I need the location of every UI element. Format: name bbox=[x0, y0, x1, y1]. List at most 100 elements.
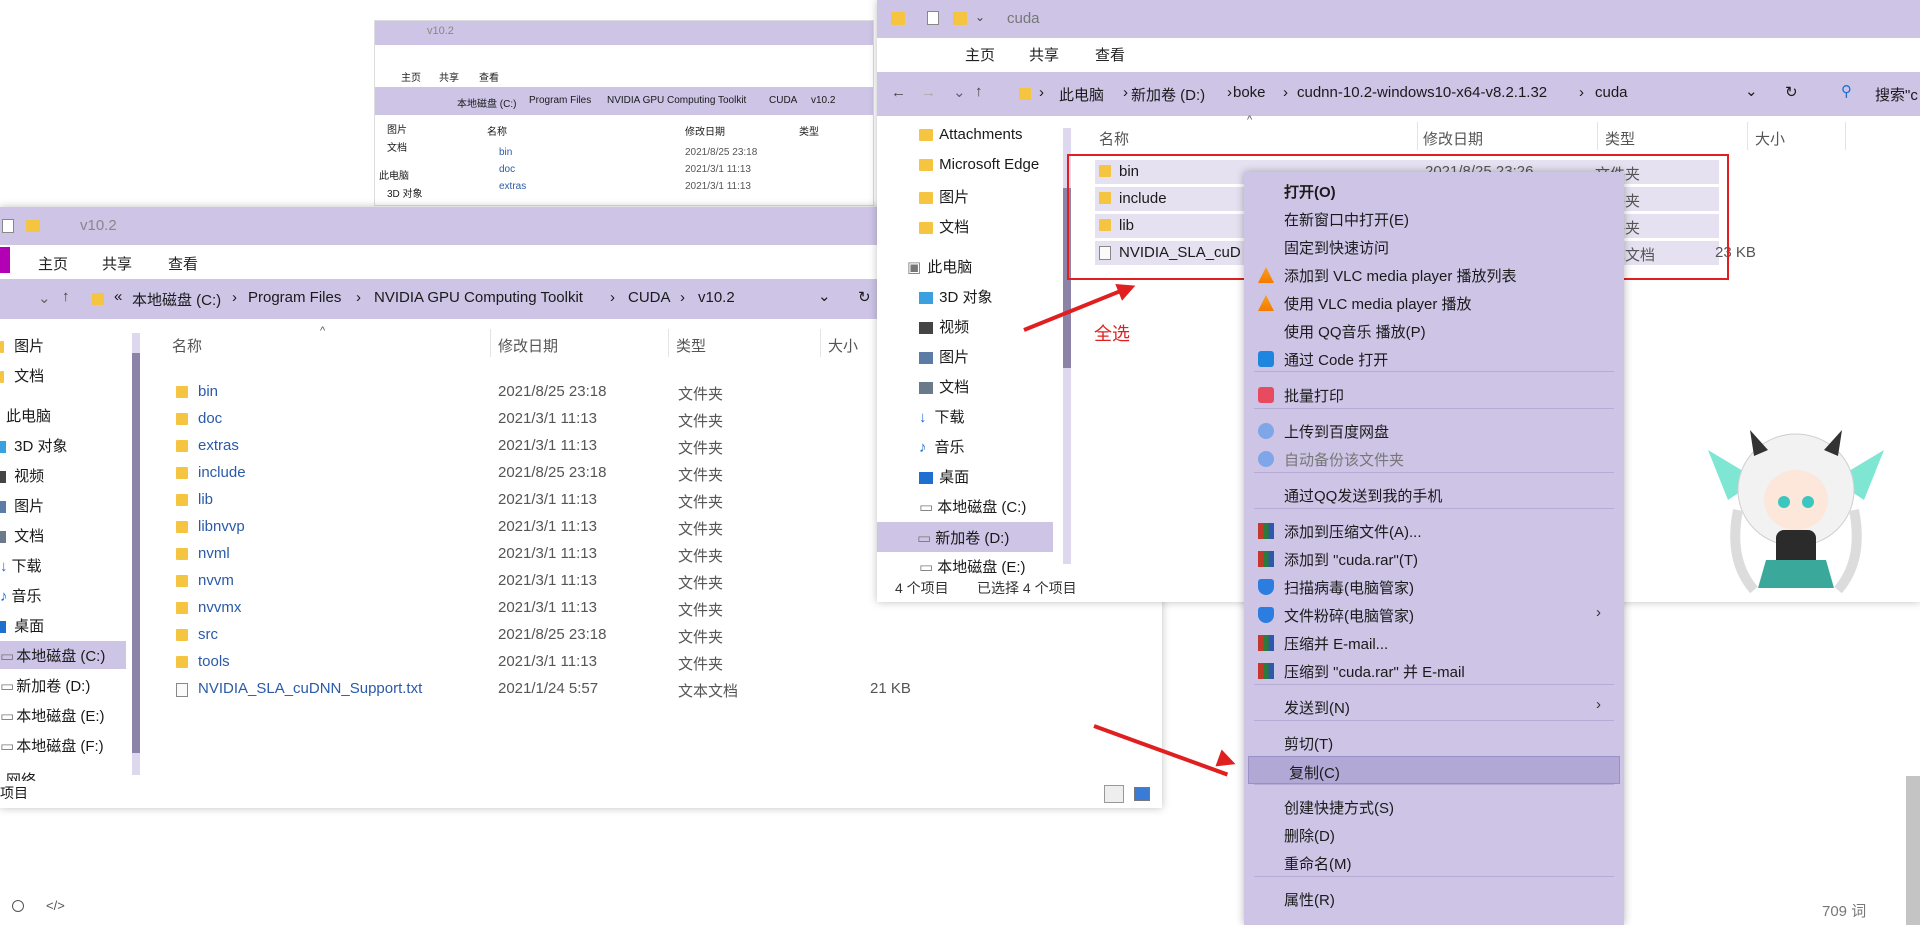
nav-item[interactable]: ▭ 本地磁盘 (C:) bbox=[919, 496, 1026, 517]
left-crumb-version[interactable]: v10.2 bbox=[698, 289, 735, 306]
bg-crumb[interactable]: v10.2 bbox=[811, 95, 835, 106]
right-crumb-drive[interactable]: 新加卷 (D:) bbox=[1131, 84, 1205, 105]
bg-tab-share[interactable]: 共享 bbox=[439, 69, 459, 84]
page-scrollbar[interactable] bbox=[1906, 776, 1920, 925]
chevron-down-icon[interactable]: ⌄ bbox=[953, 83, 966, 101]
bg-nav-item[interactable]: 文档 bbox=[387, 139, 407, 154]
left-crumb-nvidia[interactable]: NVIDIA GPU Computing Toolkit bbox=[374, 289, 583, 306]
nav-item[interactable]: 桌面 bbox=[919, 466, 969, 487]
bg-crumb[interactable]: Program Files bbox=[529, 95, 591, 106]
nav-item[interactable]: 文档 bbox=[919, 216, 969, 237]
file-name[interactable]: src bbox=[198, 626, 218, 643]
details-view-icon[interactable] bbox=[1104, 785, 1124, 803]
forward-arrow-icon[interactable]: → bbox=[921, 84, 936, 101]
nav-item-this-pc[interactable]: 此电脑 bbox=[6, 405, 51, 426]
right-tab-view[interactable]: 查看 bbox=[1095, 44, 1125, 65]
context-menu-item[interactable]: 添加到压缩文件(A)... bbox=[1244, 516, 1624, 544]
context-menu-item[interactable]: 发送到(N) › bbox=[1244, 692, 1624, 720]
bg-address-bar[interactable]: 本地磁盘 (C:) Program Files NVIDIA GPU Compu… bbox=[375, 87, 873, 115]
file-name[interactable]: tools bbox=[198, 653, 230, 670]
checkbox-icon[interactable] bbox=[927, 11, 939, 25]
back-arrow-icon[interactable]: ← bbox=[891, 84, 906, 101]
nav-item[interactable]: 视频 bbox=[0, 465, 44, 486]
context-menu-item[interactable]: 通过QQ发送到我的手机 bbox=[1244, 480, 1624, 508]
file-name[interactable]: nvml bbox=[198, 545, 230, 562]
context-menu-item[interactable]: 扫描病毒(电脑管家) bbox=[1244, 572, 1624, 600]
context-menu-item[interactable]: 使用 VLC media player 播放 bbox=[1244, 288, 1624, 316]
context-menu-item[interactable]: 自动备份该文件夹 bbox=[1244, 444, 1624, 472]
table-row[interactable]: NVIDIA_SLA_cuDNN_Support.txt 2021/1/24 5:… bbox=[146, 676, 1046, 702]
customize-toolbar-icon[interactable]: ⌄ bbox=[975, 10, 985, 24]
column-header-name[interactable]: 名称 bbox=[1099, 128, 1129, 149]
right-crumb-cuda[interactable]: cuda bbox=[1595, 84, 1628, 101]
table-row[interactable]: src 2021/8/25 23:18 文件夹 bbox=[146, 622, 1046, 648]
nav-item[interactable]: ↓ 下载 bbox=[919, 406, 965, 427]
nav-item[interactable]: 文档 bbox=[0, 365, 44, 386]
bg-header-type[interactable]: 类型 bbox=[799, 123, 819, 138]
nav-item-selected[interactable]: ▭ 本地磁盘 (C:) bbox=[0, 641, 126, 669]
nav-item[interactable]: ▭ 本地磁盘 (F:) bbox=[0, 735, 104, 756]
search-input[interactable]: 搜索"c bbox=[1875, 84, 1918, 105]
left-crumb-drive[interactable]: 本地磁盘 (C:) bbox=[132, 289, 221, 310]
column-divider[interactable] bbox=[490, 329, 491, 357]
context-menu-item[interactable]: 使用 QQ音乐 播放(P) bbox=[1244, 316, 1624, 344]
context-menu-item[interactable]: 复制(C) bbox=[1248, 756, 1620, 784]
up-arrow-icon[interactable]: ↑ bbox=[62, 288, 70, 305]
bg-header-date[interactable]: 修改日期 bbox=[685, 123, 725, 138]
context-menu-item[interactable]: 上传到百度网盘 bbox=[1244, 416, 1624, 444]
file-name[interactable]: include bbox=[198, 464, 246, 481]
table-row[interactable]: tools 2021/3/1 11:13 文件夹 bbox=[146, 649, 1046, 675]
nav-scrollbar[interactable] bbox=[132, 333, 140, 775]
nav-item[interactable]: ▭ 本地磁盘 (E:) bbox=[0, 705, 105, 726]
bg-crumb[interactable]: CUDA bbox=[769, 95, 797, 106]
path-overflow[interactable]: « bbox=[114, 288, 122, 305]
refresh-icon[interactable]: ↻ bbox=[858, 288, 871, 306]
file-name[interactable]: lib bbox=[198, 491, 213, 508]
left-crumb-program-files[interactable]: Program Files bbox=[248, 289, 341, 306]
bg-crumb[interactable]: NVIDIA GPU Computing Toolkit bbox=[607, 95, 746, 106]
file-name[interactable]: NVIDIA_SLA_cuDNN_Support.txt bbox=[198, 680, 422, 697]
nav-item[interactable]: ♪ 音乐 bbox=[0, 585, 42, 606]
column-divider[interactable] bbox=[820, 329, 821, 357]
nav-item[interactable]: 3D 对象 bbox=[919, 286, 993, 307]
right-address-bar[interactable]: ← → ⌄ ↑ › 此电脑 › 新加卷 (D:) › boke › cudnn-… bbox=[877, 72, 1920, 116]
file-name[interactable]: extras bbox=[198, 437, 239, 454]
dropdown-icon[interactable]: ⌄ bbox=[818, 287, 831, 305]
up-arrow-icon[interactable]: ↑ bbox=[975, 83, 983, 100]
right-crumb-pc[interactable]: 此电脑 bbox=[1059, 84, 1104, 105]
left-crumb-cuda[interactable]: CUDA bbox=[628, 289, 671, 306]
column-header-size[interactable]: 大小 bbox=[1755, 128, 1785, 149]
bg-row-name[interactable]: doc bbox=[499, 164, 515, 175]
left-ribbon-file-marker[interactable] bbox=[0, 247, 10, 273]
context-menu-item[interactable]: 批量打印 bbox=[1244, 380, 1624, 408]
bg-row-name[interactable]: bin bbox=[499, 147, 512, 158]
column-divider[interactable] bbox=[1747, 122, 1748, 150]
nav-item[interactable]: Attachments bbox=[919, 126, 1023, 143]
bg-crumb[interactable]: 本地磁盘 (C:) bbox=[457, 95, 516, 110]
context-menu-item[interactable]: 文件粉碎(电脑管家) › bbox=[1244, 600, 1624, 628]
context-menu-item[interactable]: 添加到 "cuda.rar"(T) bbox=[1244, 544, 1624, 572]
column-header-type[interactable]: 类型 bbox=[1605, 128, 1635, 149]
context-menu-item[interactable]: 删除(D) bbox=[1244, 820, 1624, 848]
nav-item-this-pc[interactable]: ▣ 此电脑 bbox=[907, 256, 972, 277]
circle-icon[interactable] bbox=[12, 900, 24, 912]
nav-item[interactable]: 文档 bbox=[919, 376, 969, 397]
left-tab-view[interactable]: 查看 bbox=[168, 253, 198, 274]
context-menu-item[interactable]: 压缩到 "cuda.rar" 并 E-mail bbox=[1244, 656, 1624, 684]
context-menu-item[interactable]: 重命名(M) bbox=[1244, 848, 1624, 876]
nav-scroll-thumb[interactable] bbox=[132, 353, 140, 753]
column-header-date[interactable]: 修改日期 bbox=[498, 335, 558, 356]
nav-item[interactable]: 图片 bbox=[0, 335, 44, 356]
bg-nav-item[interactable]: 图片 bbox=[387, 121, 407, 136]
search-icon[interactable]: ⚲ bbox=[1841, 82, 1852, 100]
context-menu-item[interactable]: 剪切(T) bbox=[1244, 728, 1624, 756]
chevron-down-icon[interactable]: ⌄ bbox=[38, 289, 51, 307]
bg-tab-view[interactable]: 查看 bbox=[479, 69, 499, 84]
context-menu-item[interactable]: 压缩并 E-mail... bbox=[1244, 628, 1624, 656]
context-menu-item[interactable]: 属性(R) bbox=[1244, 884, 1624, 912]
context-menu-item[interactable]: 在新窗口中打开(E) bbox=[1244, 204, 1624, 232]
nav-item[interactable]: 图片 bbox=[919, 346, 969, 367]
context-menu-item[interactable]: 添加到 VLC media player 播放列表 bbox=[1244, 260, 1624, 288]
context-menu-item[interactable]: 创建快捷方式(S) bbox=[1244, 792, 1624, 820]
right-tab-home[interactable]: 主页 bbox=[965, 44, 995, 65]
